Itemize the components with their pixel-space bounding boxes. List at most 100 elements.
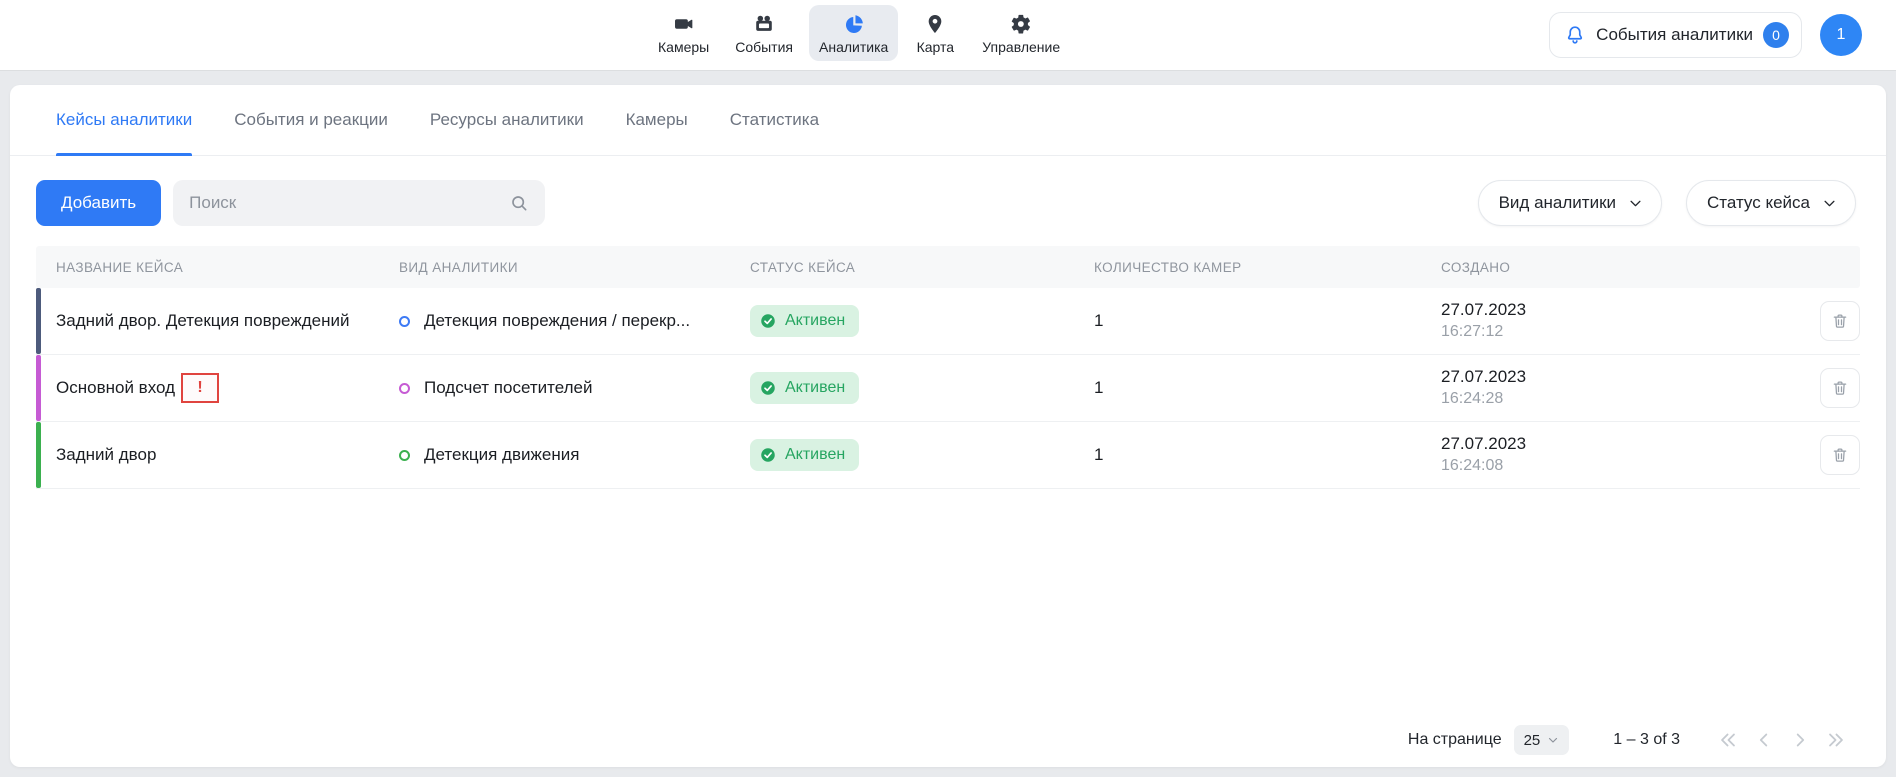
camera-count: 1 xyxy=(1094,311,1441,331)
content-card: Кейсы аналитики События и реакции Ресурс… xyxy=(10,85,1886,767)
analytics-type-icon xyxy=(399,383,410,394)
table-row[interactable]: Задний двор Детекция движения Активен 1 … xyxy=(36,422,1860,489)
add-button[interactable]: Добавить xyxy=(36,180,161,226)
pager-controls xyxy=(1714,726,1850,754)
column-header-cameras: КОЛИЧЕСТВО КАМЕР xyxy=(1094,260,1441,275)
tab-statistics[interactable]: Статистика xyxy=(730,85,819,155)
created-time: 16:27:12 xyxy=(1441,322,1801,343)
nav-item-cameras[interactable]: Камеры xyxy=(648,5,719,61)
nav-item-management[interactable]: Управление xyxy=(972,5,1070,61)
created-date: 27.07.2023 xyxy=(1441,366,1801,389)
per-page-label: На странице xyxy=(1408,731,1502,749)
table-row[interactable]: Основной вход ! Подсчет посетителей Акти… xyxy=(36,355,1860,422)
nav-label: Камеры xyxy=(658,39,709,55)
last-page-button[interactable] xyxy=(1822,726,1850,754)
tab-analytics-resources[interactable]: Ресурсы аналитики xyxy=(430,85,584,155)
status-label: Активен xyxy=(785,379,845,397)
nav-item-events[interactable]: События xyxy=(725,5,803,61)
app-root: Камеры События Аналитика Карта xyxy=(0,0,1896,777)
analytics-pie-icon xyxy=(843,13,865,35)
topbar-right: События аналитики 0 1 xyxy=(1549,12,1862,58)
case-name: Основной вход xyxy=(56,378,175,398)
main-nav: Камеры События Аналитика Карта xyxy=(648,5,1070,61)
created-time: 16:24:28 xyxy=(1441,389,1801,410)
status-badge: Активен xyxy=(750,439,859,471)
events-icon xyxy=(753,13,775,35)
column-header-type: ВИД АНАЛИТИКИ xyxy=(399,260,750,275)
status-label: Активен xyxy=(785,312,845,330)
check-circle-icon xyxy=(759,446,777,464)
top-header: Камеры События Аналитика Карта xyxy=(0,0,1896,70)
row-accent-bar xyxy=(36,355,41,421)
analytics-type-icon xyxy=(399,316,410,327)
avatar[interactable]: 1 xyxy=(1820,14,1862,56)
column-header-status: СТАТУС КЕЙСА xyxy=(750,260,1094,275)
delete-case-button[interactable] xyxy=(1820,435,1860,475)
created-time: 16:24:08 xyxy=(1441,456,1801,477)
status-badge: Активен xyxy=(750,305,859,337)
last-page-icon xyxy=(1825,729,1847,751)
first-page-icon xyxy=(1717,729,1739,751)
filters: Вид аналитики Статус кейса xyxy=(1478,180,1856,226)
analytics-type-icon xyxy=(399,450,410,461)
nav-label: Управление xyxy=(982,39,1060,55)
delete-case-button[interactable] xyxy=(1820,301,1860,341)
cases-table: НАЗВАНИЕ КЕЙСА ВИД АНАЛИТИКИ СТАТУС КЕЙС… xyxy=(36,246,1860,489)
first-page-button[interactable] xyxy=(1714,726,1742,754)
case-name: Задний двор xyxy=(56,445,156,465)
column-header-name: НАЗВАНИЕ КЕЙСА xyxy=(36,260,399,275)
chevron-down-icon xyxy=(1822,196,1837,211)
camera-count: 1 xyxy=(1094,445,1441,465)
toolbar: Добавить Вид аналитики Статус кейса xyxy=(10,156,1886,246)
analytics-events-button[interactable]: События аналитики 0 xyxy=(1549,12,1802,58)
events-count-badge: 0 xyxy=(1763,22,1789,48)
analytics-type-label: Подсчет посетителей xyxy=(424,378,592,398)
column-header-created: СОЗДАНО xyxy=(1441,260,1801,275)
tab-analytics-cases[interactable]: Кейсы аналитики xyxy=(56,85,192,155)
analytics-type-filter[interactable]: Вид аналитики xyxy=(1478,180,1662,226)
created-date: 27.07.2023 xyxy=(1441,433,1801,456)
row-accent-bar xyxy=(36,288,41,354)
next-page-button[interactable] xyxy=(1786,726,1814,754)
page-range-label: 1 – 3 of 3 xyxy=(1613,731,1680,749)
chevron-down-icon xyxy=(1628,196,1643,211)
analytics-events-label: События аналитики xyxy=(1596,25,1753,45)
delete-case-button[interactable] xyxy=(1820,368,1860,408)
map-pin-icon xyxy=(924,13,946,35)
analytics-type-label: Детекция повреждения / перекр... xyxy=(424,311,690,331)
tab-cameras[interactable]: Камеры xyxy=(626,85,688,155)
chevron-down-icon xyxy=(1547,734,1559,746)
search-box[interactable] xyxy=(173,180,545,226)
camera-count: 1 xyxy=(1094,378,1441,398)
analytics-type-label: Детекция движения xyxy=(424,445,579,465)
prev-page-icon xyxy=(1753,729,1775,751)
analytics-type-filter-label: Вид аналитики xyxy=(1499,193,1616,213)
table-row[interactable]: Задний двор. Детекция повреждений Детекц… xyxy=(36,288,1860,355)
nav-label: Аналитика xyxy=(819,39,888,55)
check-circle-icon xyxy=(759,312,777,330)
camera-icon xyxy=(673,13,695,35)
tabs-bar: Кейсы аналитики События и реакции Ресурс… xyxy=(10,85,1886,156)
gear-icon xyxy=(1010,13,1032,35)
status-label: Активен xyxy=(785,446,845,464)
created-cell: 27.07.2023 16:24:28 xyxy=(1441,366,1801,410)
nav-item-analytics[interactable]: Аналитика xyxy=(809,5,898,61)
row-accent-bar xyxy=(36,422,41,488)
next-page-icon xyxy=(1789,729,1811,751)
created-date: 27.07.2023 xyxy=(1441,299,1801,322)
status-badge: Активен xyxy=(750,372,859,404)
created-cell: 27.07.2023 16:24:08 xyxy=(1441,433,1801,477)
trash-icon xyxy=(1831,312,1849,330)
search-icon xyxy=(509,193,529,213)
bell-icon xyxy=(1564,24,1586,46)
search-input[interactable] xyxy=(189,193,509,213)
check-circle-icon xyxy=(759,379,777,397)
nav-label: Карта xyxy=(917,39,954,55)
tab-events-reactions[interactable]: События и реакции xyxy=(234,85,388,155)
nav-item-map[interactable]: Карта xyxy=(904,5,966,61)
prev-page-button[interactable] xyxy=(1750,726,1778,754)
per-page-select[interactable]: 25 xyxy=(1514,725,1570,755)
case-status-filter-label: Статус кейса xyxy=(1707,193,1810,213)
pagination: На странице 25 1 – 3 of 3 xyxy=(1408,725,1850,755)
case-status-filter[interactable]: Статус кейса xyxy=(1686,180,1856,226)
